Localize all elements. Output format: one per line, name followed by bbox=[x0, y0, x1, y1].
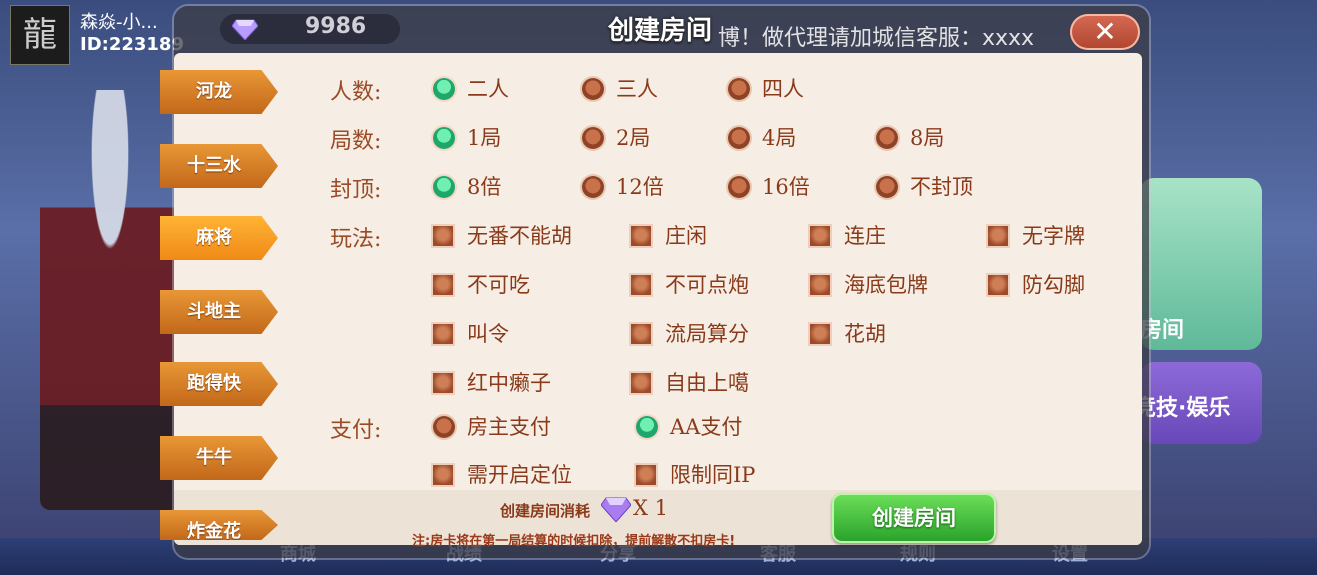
cost-label: 创建房间消耗 bbox=[500, 502, 591, 520]
cap-option-16x[interactable]: 16倍 bbox=[728, 172, 810, 202]
extra-checkbox-location[interactable]: 需开启定位 bbox=[433, 460, 572, 490]
rule-checkbox[interactable]: 无字牌 bbox=[988, 221, 1085, 251]
character-illustration bbox=[40, 90, 180, 510]
tab-zhajinhua[interactable]: 炸金花 bbox=[160, 510, 278, 540]
checkbox-icon bbox=[631, 274, 651, 295]
players-option-2[interactable]: 二人 bbox=[433, 74, 509, 104]
rounds-option-2[interactable]: 2局 bbox=[582, 123, 650, 153]
checkbox-icon bbox=[636, 464, 656, 485]
diamond-icon bbox=[232, 19, 258, 40]
checkbox-icon bbox=[433, 274, 453, 295]
radio-icon bbox=[876, 126, 898, 149]
cap-option-8x[interactable]: 8倍 bbox=[433, 172, 501, 202]
user-id: ID:223189 bbox=[80, 34, 184, 55]
players-option-4[interactable]: 四人 bbox=[728, 74, 804, 104]
radio-icon bbox=[728, 175, 750, 198]
checkbox-icon bbox=[433, 464, 453, 485]
cost-value: X 1 bbox=[633, 496, 668, 520]
rule-checkbox[interactable]: 叫令 bbox=[433, 319, 509, 349]
rule-checkbox[interactable]: 连庄 bbox=[810, 221, 886, 251]
radio-icon bbox=[876, 175, 898, 198]
tab-shisanshui[interactable]: 十三水 bbox=[160, 144, 278, 188]
cap-option-none[interactable]: 不封顶 bbox=[876, 172, 973, 202]
checkbox-icon bbox=[810, 225, 830, 246]
rule-checkbox[interactable]: 自由上噶 bbox=[631, 368, 749, 398]
avatar[interactable]: 龍 bbox=[10, 5, 70, 65]
extra-checkbox-same-ip[interactable]: 限制同IP bbox=[636, 460, 755, 490]
payment-label: 支付: bbox=[330, 418, 382, 443]
rule-checkbox[interactable]: 防勾脚 bbox=[988, 270, 1085, 300]
radio-selected-icon bbox=[433, 77, 455, 100]
user-name: 森焱-小... bbox=[80, 12, 158, 33]
tab-mahjong[interactable]: 麻将 bbox=[160, 216, 278, 260]
tab-doudizhu[interactable]: 斗地主 bbox=[160, 290, 278, 334]
user-panel: 龍 森焱-小... ID:223189 bbox=[0, 0, 184, 65]
checkbox-icon bbox=[631, 323, 651, 344]
players-label: 人数: bbox=[330, 80, 382, 105]
radio-selected-icon bbox=[636, 415, 658, 438]
rounds-option-4[interactable]: 4局 bbox=[728, 123, 796, 153]
checkbox-icon bbox=[988, 274, 1008, 295]
tab-paodekuai[interactable]: 跑得快 bbox=[160, 362, 278, 406]
payment-option-host[interactable]: 房主支付 bbox=[433, 412, 551, 442]
create-room-button[interactable]: 创建房间 bbox=[832, 493, 996, 543]
players-option-3[interactable]: 三人 bbox=[582, 74, 658, 104]
rules-label: 玩法: bbox=[330, 227, 382, 252]
checkbox-icon bbox=[433, 372, 453, 393]
checkbox-icon bbox=[433, 323, 453, 344]
rule-checkbox[interactable]: 庄闲 bbox=[631, 221, 707, 251]
rule-checkbox[interactable]: 流局算分 bbox=[631, 319, 749, 349]
radio-icon bbox=[433, 415, 455, 438]
dialog-title: 创建房间 bbox=[607, 16, 712, 46]
tab-helong[interactable]: 河龙 bbox=[160, 70, 278, 114]
checkbox-icon bbox=[631, 225, 651, 246]
radio-icon bbox=[728, 77, 750, 100]
rule-checkbox[interactable]: 无番不能胡 bbox=[433, 221, 572, 251]
payment-option-aa[interactable]: AA支付 bbox=[636, 412, 742, 442]
rounds-option-8[interactable]: 8局 bbox=[876, 123, 944, 153]
announcement-marquee: 博！做代理请加城信客服：xxxx bbox=[718, 26, 1035, 51]
radio-icon bbox=[582, 77, 604, 100]
radio-selected-icon bbox=[433, 126, 455, 149]
diamond-icon bbox=[601, 497, 631, 522]
rounds-label: 局数: bbox=[330, 129, 382, 154]
diamond-count: 9986 bbox=[305, 14, 367, 39]
rounds-option-1[interactable]: 1局 bbox=[433, 123, 501, 153]
checkbox-icon bbox=[631, 372, 651, 393]
checkbox-icon bbox=[988, 225, 1008, 246]
rule-checkbox[interactable]: 不可吃 bbox=[433, 270, 530, 300]
room-card-note: 注:房卡将在第一局结算的时候扣除，提前解散不扣房卡! bbox=[412, 534, 736, 549]
tab-niuniu[interactable]: 牛牛 bbox=[160, 436, 278, 480]
checkbox-icon bbox=[810, 323, 830, 344]
checkbox-icon bbox=[810, 274, 830, 295]
close-button[interactable]: ✕ bbox=[1070, 14, 1140, 50]
cap-option-12x[interactable]: 12倍 bbox=[582, 172, 664, 202]
radio-icon bbox=[582, 175, 604, 198]
checkbox-icon bbox=[433, 225, 453, 246]
radio-icon bbox=[582, 126, 604, 149]
rule-checkbox[interactable]: 红中癞子 bbox=[433, 368, 551, 398]
rule-checkbox[interactable]: 海底包牌 bbox=[810, 270, 928, 300]
rule-checkbox[interactable]: 花胡 bbox=[810, 319, 886, 349]
radio-selected-icon bbox=[433, 175, 455, 198]
cap-label: 封顶: bbox=[330, 178, 382, 203]
rule-checkbox[interactable]: 不可点炮 bbox=[631, 270, 749, 300]
radio-icon bbox=[728, 126, 750, 149]
